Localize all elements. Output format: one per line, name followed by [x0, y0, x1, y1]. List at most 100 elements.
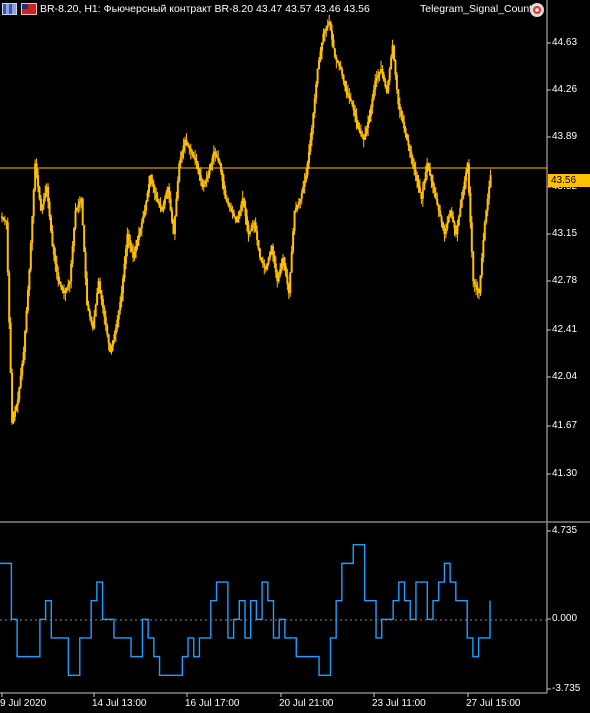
candle-body	[35, 163, 38, 176]
candle-body	[378, 71, 381, 75]
candle-body	[2, 217, 5, 220]
candle-body	[251, 225, 254, 229]
candle-body	[208, 169, 211, 176]
candle-body	[67, 284, 70, 288]
candle-body	[57, 272, 60, 282]
candle-body	[116, 319, 119, 329]
candle-body	[163, 198, 166, 205]
candle-body	[194, 157, 197, 161]
candle-body	[185, 139, 188, 143]
candle-body	[279, 269, 282, 276]
candle-body	[452, 216, 455, 223]
candle-body	[173, 216, 176, 235]
candle-body	[12, 416, 15, 423]
candle-body	[258, 248, 261, 258]
candle-body	[434, 192, 437, 199]
candle-body	[480, 257, 483, 276]
candle-body	[395, 74, 398, 90]
candle-body	[16, 399, 19, 406]
candle-body	[158, 201, 161, 205]
candle-body	[326, 24, 329, 28]
candle-body	[217, 157, 220, 161]
candle-body	[246, 216, 248, 226]
candle-body	[446, 222, 449, 229]
candle-body	[431, 181, 434, 187]
indicator-axis-ticks	[547, 530, 551, 690]
candle-body	[336, 60, 339, 64]
candle-body	[331, 30, 334, 40]
candle-body	[192, 154, 195, 158]
candle-body	[146, 192, 149, 202]
candle-body	[214, 151, 217, 155]
candle-body	[423, 181, 426, 190]
candle-body	[70, 263, 73, 282]
candle-body	[32, 189, 35, 217]
candle-body	[365, 127, 368, 134]
candle-body	[165, 192, 168, 199]
candle-body	[256, 231, 259, 240]
candle-body	[390, 57, 393, 69]
candle-body	[224, 189, 227, 199]
candle-body	[462, 189, 465, 199]
candle-body	[361, 133, 364, 137]
candle-body	[100, 290, 103, 299]
candle-body	[250, 228, 253, 232]
candle-body	[351, 101, 354, 105]
candle-body	[269, 251, 272, 258]
candle-body	[152, 181, 155, 187]
candle-body	[204, 181, 207, 184]
candle-body	[107, 334, 110, 344]
candle-body	[198, 169, 201, 176]
candle-body	[75, 207, 78, 211]
time-axis-ticks	[1, 693, 469, 697]
candle-body	[374, 80, 377, 90]
candle-body	[225, 198, 228, 202]
indicator-name[interactable]: Telegram_Signal_Count	[420, 3, 532, 15]
candle-body	[175, 198, 178, 217]
candle-body	[295, 207, 297, 211]
candle-body	[41, 204, 44, 211]
candle-body	[119, 301, 122, 311]
chart-canvas[interactable]	[0, 0, 590, 713]
candle-body	[77, 204, 80, 208]
price-candles	[1, 14, 492, 425]
candle-body	[453, 222, 456, 229]
candle-body	[271, 245, 274, 255]
candle-body	[485, 210, 488, 223]
price-axis-ticks	[547, 42, 551, 475]
indicator-line	[0, 544, 491, 676]
candle-body	[397, 89, 400, 105]
candle-body	[129, 240, 132, 246]
candle-body	[61, 287, 64, 291]
candle-body	[234, 216, 237, 220]
candle-body	[364, 133, 367, 140]
candle-body	[398, 104, 401, 111]
candle-body	[436, 198, 439, 205]
time-tick-label: 14 Jul 13:00	[92, 698, 147, 709]
candle-body	[104, 316, 107, 326]
candle-body	[222, 181, 225, 190]
candle-body	[51, 231, 54, 246]
candle-body	[44, 192, 47, 199]
price-tick-label: 42.78	[552, 275, 578, 286]
candle-body	[15, 405, 18, 412]
candle-body	[218, 160, 221, 164]
candle-body	[305, 175, 308, 182]
candle-body	[456, 225, 459, 235]
candle-body	[274, 263, 277, 273]
candle-body	[447, 216, 450, 223]
candle-body	[145, 201, 148, 211]
candle-body	[345, 86, 348, 93]
candle-body	[178, 163, 181, 182]
candle-body	[369, 107, 372, 117]
candle-body	[5, 220, 8, 223]
indicator-settings-icon[interactable]	[529, 2, 545, 18]
candle-body	[440, 216, 443, 223]
candle-body	[228, 204, 231, 208]
candle-body	[416, 175, 419, 182]
candle-body	[417, 181, 420, 187]
candle-body	[405, 133, 408, 140]
candle-body	[342, 74, 345, 81]
candle-body	[237, 216, 240, 223]
candle-body	[429, 169, 432, 176]
